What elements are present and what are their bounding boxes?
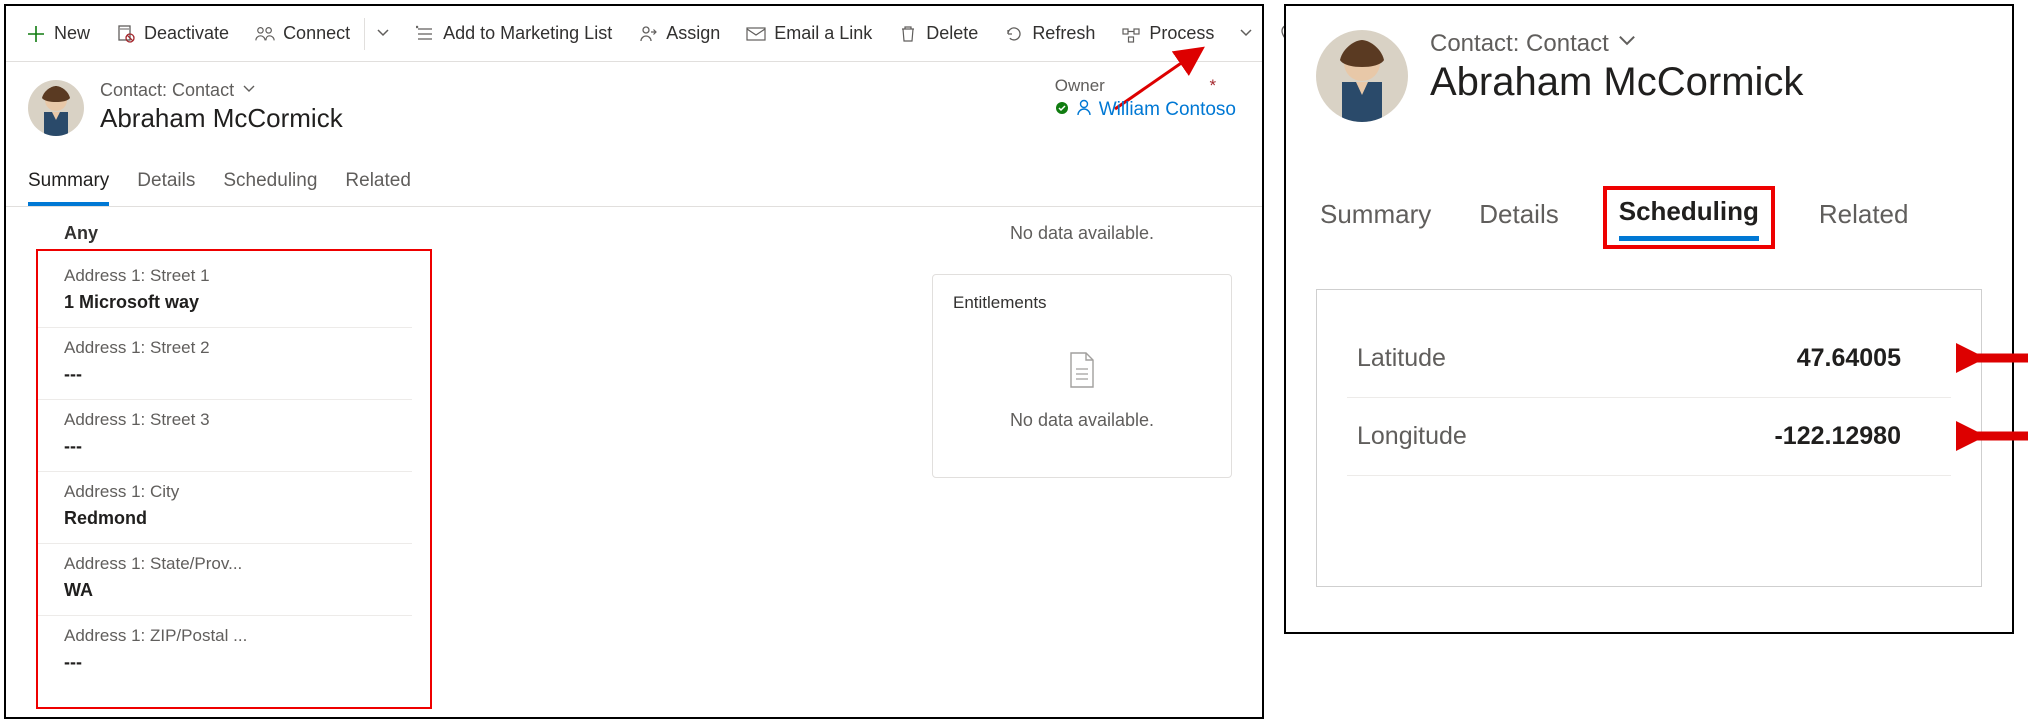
- person-icon: [1075, 98, 1093, 121]
- chevron-down-icon: [1236, 24, 1256, 44]
- document-icon: [1067, 351, 1097, 389]
- right-panel: Contact: Contact Abraham McCormick Summa…: [1284, 4, 2014, 634]
- label-street2: Address 1: Street 2: [36, 328, 412, 358]
- right-col: No data available. Entitlements No data …: [426, 207, 1262, 717]
- email-icon: [746, 24, 766, 44]
- tab-related[interactable]: Related: [345, 160, 411, 206]
- entitlements-title: Entitlements: [933, 287, 1231, 351]
- breadcrumb-text-right: Contact: Contact: [1430, 30, 1609, 58]
- tab-scheduling-r[interactable]: Scheduling: [1619, 196, 1759, 241]
- cmd-assign[interactable]: Assign: [626, 17, 732, 50]
- address-column: Any Address 1: Street 1 1 Microsoft way …: [6, 207, 426, 717]
- latitude-label: Latitude: [1357, 344, 1446, 373]
- cmd-process-label: Process: [1149, 23, 1214, 44]
- cmd-assign-label: Assign: [666, 23, 720, 44]
- tab-details[interactable]: Details: [137, 160, 195, 206]
- longitude-label: Longitude: [1357, 422, 1467, 451]
- longitude-value: -122.12980: [1774, 422, 1901, 451]
- avatar: [1316, 30, 1408, 122]
- no-data-top: No data available.: [932, 207, 1232, 260]
- annot-scheduling-highlight: Scheduling: [1603, 186, 1775, 249]
- refresh-icon: [1004, 24, 1024, 44]
- chevron-down-icon: [242, 80, 256, 101]
- doc-icon-wrap: [933, 351, 1231, 394]
- cmd-new-label: New: [54, 23, 90, 44]
- annot-arrow-lat: [1956, 338, 2028, 378]
- value-street1[interactable]: 1 Microsoft way: [36, 286, 412, 328]
- avatar: [28, 80, 84, 136]
- value-street3[interactable]: ---: [36, 430, 412, 472]
- breadcrumb[interactable]: Contact: Contact: [100, 80, 343, 101]
- tab-summary[interactable]: Summary: [28, 160, 109, 206]
- entitlements-card: Entitlements No data available.: [932, 274, 1232, 478]
- cmd-refresh-label: Refresh: [1032, 23, 1095, 44]
- cmd-connect-label: Connect: [283, 23, 350, 44]
- label-street3: Address 1: Street 3: [36, 400, 412, 430]
- title-block-right: Contact: Contact Abraham McCormick: [1430, 30, 1803, 105]
- coord-card: Latitude 47.64005 Longitude -122.12980: [1316, 289, 1982, 587]
- process-icon: [1121, 24, 1141, 44]
- presence-icon: [1055, 100, 1069, 120]
- cmd-delete-label: Delete: [926, 23, 978, 44]
- title-block: Contact: Contact Abraham McCormick: [100, 80, 343, 134]
- label-city: Address 1: City: [36, 472, 412, 502]
- cmd-refresh[interactable]: Refresh: [992, 17, 1107, 50]
- annot-arrow-lon: [1956, 416, 2028, 456]
- connect-icon: [255, 24, 275, 44]
- tabs-right: Summary Details Scheduling Related: [1316, 186, 1982, 249]
- longitude-row[interactable]: Longitude -122.12980: [1347, 398, 1951, 476]
- deactivate-icon: [116, 24, 136, 44]
- content-row: Any Address 1: Street 1 1 Microsoft way …: [6, 207, 1262, 717]
- command-bar: New Deactivate Connect Add to Marketing …: [6, 6, 1262, 62]
- cmd-deactivate-label: Deactivate: [144, 23, 229, 44]
- label-street1: Address 1: Street 1: [36, 256, 412, 286]
- tab-summary-r[interactable]: Summary: [1316, 186, 1435, 249]
- plus-icon: [26, 24, 46, 44]
- cmd-process[interactable]: Process: [1109, 17, 1226, 50]
- cmd-add-ml-label: Add to Marketing List: [443, 23, 612, 44]
- record-header-right: Contact: Contact Abraham McCormick: [1316, 30, 1982, 122]
- owner-block: Owner * William Contoso: [1055, 76, 1236, 121]
- latitude-row[interactable]: Latitude 47.64005: [1347, 320, 1951, 398]
- no-data-entitle: No data available.: [933, 394, 1231, 447]
- cmd-deactivate[interactable]: Deactivate: [104, 17, 241, 50]
- value-zip[interactable]: ---: [36, 646, 412, 687]
- record-header: Contact: Contact Abraham McCormick Owner…: [6, 62, 1262, 144]
- left-panel: New Deactivate Connect Add to Marketing …: [4, 4, 1264, 719]
- side-col: No data available. Entitlements No data …: [932, 207, 1232, 717]
- section-header: Any: [36, 215, 412, 256]
- record-name: Abraham McCormick: [100, 103, 343, 134]
- tab-scheduling[interactable]: Scheduling: [223, 160, 317, 206]
- marketing-list-icon: [415, 24, 435, 44]
- value-city[interactable]: Redmond: [36, 502, 412, 544]
- cmd-email[interactable]: Email a Link: [734, 17, 884, 50]
- cmd-email-label: Email a Link: [774, 23, 872, 44]
- trash-icon: [898, 24, 918, 44]
- label-zip: Address 1: ZIP/Postal ...: [36, 616, 412, 646]
- owner-name: William Contoso: [1099, 99, 1236, 121]
- assign-icon: [638, 24, 658, 44]
- cmd-new[interactable]: New: [14, 17, 102, 50]
- tab-related-r[interactable]: Related: [1815, 186, 1913, 249]
- cmd-process-split[interactable]: [1228, 18, 1264, 50]
- spacer: [426, 207, 912, 717]
- owner-label: Owner: [1055, 76, 1105, 95]
- breadcrumb-right[interactable]: Contact: Contact: [1430, 30, 1803, 58]
- chevron-down-icon: [373, 24, 393, 44]
- cmd-connect[interactable]: Connect: [243, 17, 362, 50]
- breadcrumb-text: Contact: Contact: [100, 80, 234, 101]
- value-state[interactable]: WA: [36, 574, 412, 616]
- cmd-add-ml[interactable]: Add to Marketing List: [403, 17, 624, 50]
- record-name-right: Abraham McCormick: [1430, 60, 1803, 105]
- owner-value[interactable]: William Contoso: [1055, 98, 1236, 121]
- owner-required: *: [1210, 76, 1217, 95]
- chevron-down-icon: [1617, 30, 1637, 58]
- tab-details-r[interactable]: Details: [1475, 186, 1562, 249]
- tabs-left: Summary Details Scheduling Related: [6, 160, 1262, 207]
- value-street2[interactable]: ---: [36, 358, 412, 400]
- cmd-delete[interactable]: Delete: [886, 17, 990, 50]
- cmd-connect-split[interactable]: [364, 18, 401, 50]
- latitude-value: 47.64005: [1797, 344, 1901, 373]
- label-state: Address 1: State/Prov...: [36, 544, 412, 574]
